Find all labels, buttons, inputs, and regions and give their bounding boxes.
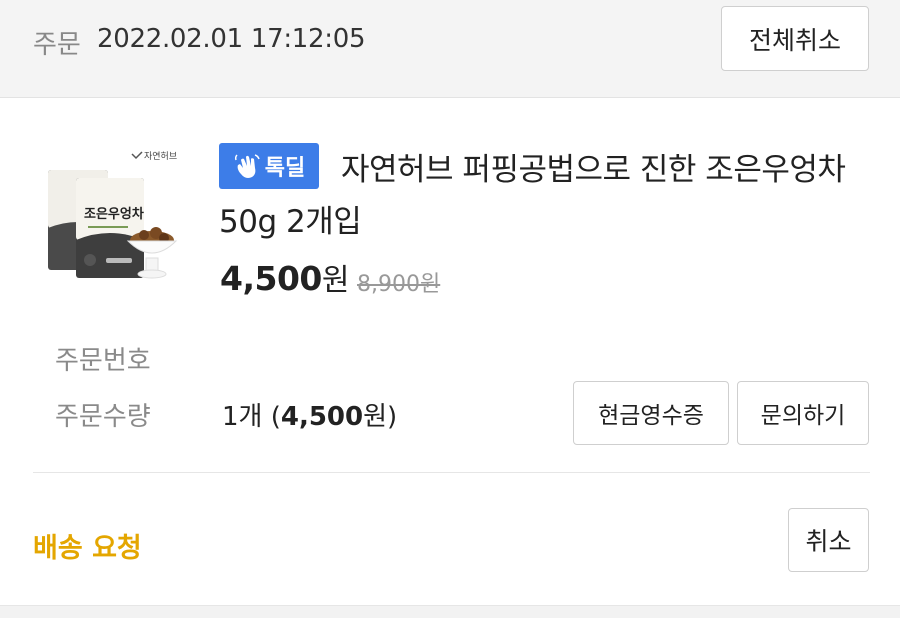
inquiry-button[interactable]: 문의하기 — [737, 381, 869, 445]
sale-price: 4,500원 — [220, 255, 350, 299]
order-date-label: 주문 — [33, 30, 81, 60]
section-divider — [33, 472, 870, 473]
order-quantity-value: 1개 (4,500원) — [222, 396, 397, 433]
quantity-amount: 4,500 — [280, 402, 364, 432]
product-package-image: 자연허브 조은우엉차 — [48, 151, 178, 279]
original-price: 8,900원 — [357, 272, 441, 297]
thumbnail-pack-text: 조은우엉차 — [84, 206, 144, 222]
quantity-suffix: 원) — [363, 402, 398, 432]
sale-price-unit: 원 — [321, 263, 350, 298]
product-thumbnail[interactable]: 자연허브 조은우엉차 — [40, 140, 190, 290]
order-date: 2022.02.01 17:12:05 — [97, 24, 366, 54]
cancel-button[interactable]: 취소 — [788, 508, 869, 572]
order-number-label: 주문번호 — [55, 346, 151, 376]
cash-receipt-button[interactable]: 현금영수증 — [573, 381, 729, 445]
sale-price-amount: 4,500 — [220, 259, 322, 298]
order-quantity-label: 주문수량 — [55, 402, 151, 432]
talkdeal-badge: 톡딜 — [219, 143, 319, 189]
waving-hand-icon — [234, 154, 260, 178]
bottom-separator — [0, 605, 900, 618]
quantity-prefix: 1개 ( — [222, 402, 281, 432]
thumbnail-brand-text: 자연허브 — [144, 151, 177, 162]
shipping-status: 배송 요청 — [33, 533, 142, 564]
order-header: 주문 2022.02.01 17:12:05 전체취소 — [0, 0, 900, 98]
badge-label: 톡딜 — [264, 156, 306, 181]
cancel-all-button[interactable]: 전체취소 — [721, 6, 869, 71]
